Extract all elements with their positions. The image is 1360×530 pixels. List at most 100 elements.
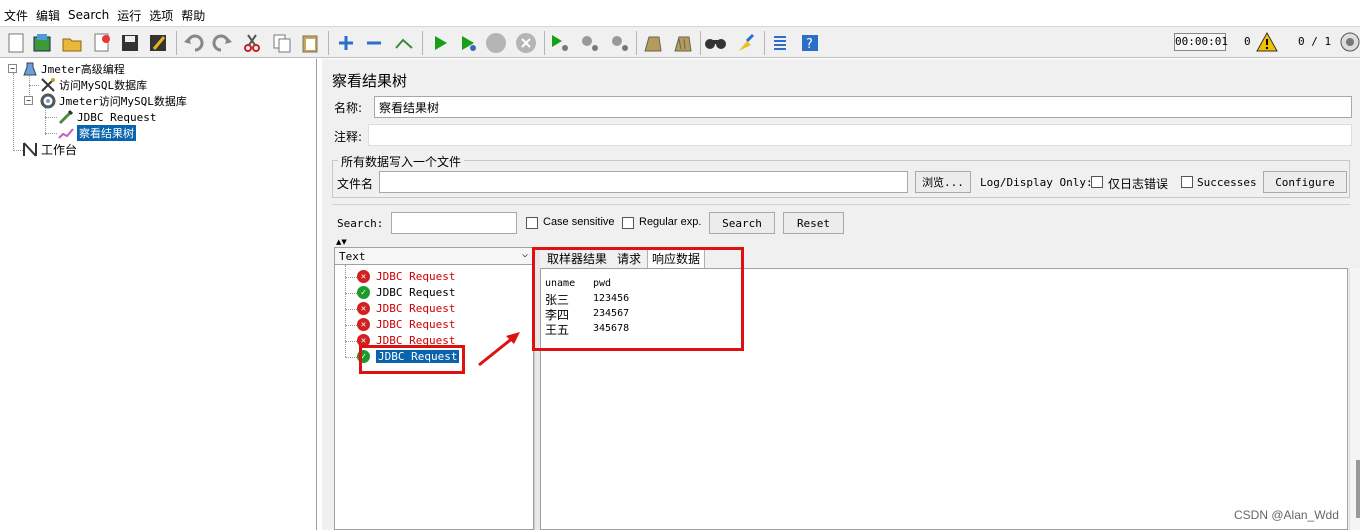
undo-icon[interactable] — [182, 31, 206, 55]
tree-item-label: Jmeter访问MySQL数据库 — [59, 95, 187, 108]
filename-label: 文件名 — [337, 177, 374, 191]
menu-edit[interactable]: 编辑 — [36, 7, 60, 24]
successes-checkbox[interactable] — [1181, 176, 1193, 188]
tree-item-label: 工作台 — [41, 142, 78, 157]
function-helper-icon[interactable] — [768, 31, 792, 55]
result-item[interactable]: ✕ JDBC Request — [357, 301, 455, 316]
tree-item-thread-group[interactable]: Jmeter访问MySQL数据库 — [40, 93, 187, 109]
start-no-pauses-icon[interactable] — [456, 31, 480, 55]
tree-item-jdbc-request[interactable]: JDBC Request — [58, 109, 156, 125]
reset-search-icon[interactable] — [734, 31, 758, 55]
configure-button[interactable]: Configure — [1263, 171, 1347, 193]
tree-root-label: Jmeter高级编程 — [41, 63, 125, 76]
result-item[interactable]: ✓ JDBC Request — [357, 285, 455, 300]
tree-item-mysql-config[interactable]: 访问MySQL数据库 — [40, 77, 147, 93]
result-item-label: JDBC Request — [376, 270, 456, 283]
tree-item-label: 访问MySQL数据库 — [59, 79, 148, 92]
elapsed-timer: 00:00:01 — [1174, 33, 1228, 51]
clear-all-icon[interactable] — [670, 31, 694, 55]
tree-item-label: JDBC Request — [77, 110, 157, 124]
toggle-icon[interactable] — [392, 31, 416, 55]
errors-only-checkbox[interactable] — [1091, 176, 1103, 188]
divider — [332, 204, 1350, 205]
paste-icon[interactable] — [298, 31, 322, 55]
svg-text:?: ? — [806, 37, 813, 52]
case-sensitive-label: Case sensitive — [543, 216, 615, 228]
highlight-box-response-data — [532, 247, 744, 351]
chevron-down-icon: ⌵ — [521, 249, 528, 260]
scroll-thumb[interactable] — [1356, 460, 1360, 518]
shutdown-icon[interactable] — [514, 31, 538, 55]
split-collapse-icon[interactable]: ▲▼ — [336, 238, 347, 246]
stop-icon[interactable] — [484, 31, 508, 55]
new-icon[interactable] — [4, 31, 28, 55]
cut-icon[interactable] — [240, 31, 264, 55]
start-icon[interactable] — [428, 31, 452, 55]
search-input[interactable] — [391, 212, 517, 234]
menu-search[interactable]: Search — [68, 8, 109, 22]
warning-icon[interactable] — [1256, 31, 1278, 55]
result-item-label: JDBC Request — [376, 286, 456, 299]
test-plan-icon — [22, 61, 38, 77]
toolbar: ? 00:00:01 0 0 / 1 — [0, 26, 1360, 58]
result-item[interactable]: ✕ JDBC Request — [357, 317, 455, 332]
pipette-icon — [58, 109, 74, 125]
gear-icon — [40, 93, 56, 109]
regex-checkbox[interactable] — [622, 217, 634, 229]
comment-label: 注释: — [334, 130, 363, 144]
redo-icon[interactable] — [210, 31, 234, 55]
tools-icon — [40, 77, 56, 93]
remote-start-icon[interactable] — [548, 31, 572, 55]
menu-bar: 文件 编辑 Search 运行 选项 帮助 — [0, 5, 1360, 25]
remote-shutdown-icon[interactable] — [608, 31, 632, 55]
error-shield-icon: ✕ — [357, 270, 370, 283]
thread-count: 0 / 1 — [1298, 35, 1332, 48]
tree-root[interactable]: Jmeter高级编程 — [22, 61, 125, 77]
search-label: Search: — [337, 217, 384, 230]
warning-count: 0 — [1244, 35, 1251, 48]
thread-group-expander[interactable]: − — [24, 96, 33, 105]
copy-icon[interactable] — [270, 31, 294, 55]
results-list: ✕ JDBC Request ✓ JDBC Request ✕ JDBC Req… — [334, 264, 534, 530]
templates-icon[interactable] — [30, 31, 54, 55]
tree-item-workbench[interactable]: 工作台 — [22, 141, 77, 157]
log-display-label: Log/Display Only: — [980, 176, 1093, 189]
search-icon[interactable] — [704, 31, 728, 55]
menu-run[interactable]: 运行 — [117, 7, 141, 24]
help-icon[interactable]: ? — [798, 31, 822, 55]
reset-button[interactable]: Reset — [783, 212, 844, 234]
browse-button[interactable]: 浏览... — [915, 171, 971, 193]
remote-stop-icon[interactable] — [578, 31, 602, 55]
regex-label: Regular exp. — [639, 216, 702, 228]
root-expander[interactable]: − — [8, 64, 17, 73]
collapse-icon[interactable] — [362, 31, 386, 55]
page-title: 察看结果树 — [332, 72, 408, 90]
tree-item-result-tree[interactable]: 察看结果树 — [58, 125, 136, 141]
comment-field[interactable] — [368, 124, 1352, 146]
case-sensitive-checkbox[interactable] — [526, 217, 538, 229]
graph-icon — [58, 125, 74, 141]
renderer-select-value: Text — [339, 250, 366, 263]
menu-options[interactable]: 选项 — [149, 7, 173, 24]
success-shield-icon: ✓ — [357, 286, 370, 299]
save-as-icon[interactable] — [146, 31, 170, 55]
result-item-label: JDBC Request — [376, 302, 456, 315]
menu-help[interactable]: 帮助 — [181, 7, 205, 24]
errors-only-label: 仅日志错误 — [1108, 177, 1169, 191]
open-icon[interactable] — [60, 31, 84, 55]
result-item-label: JDBC Request — [376, 318, 456, 331]
expand-icon[interactable] — [334, 31, 358, 55]
close-file-icon[interactable] — [90, 31, 114, 55]
menu-file[interactable]: 文件 — [4, 7, 28, 24]
watermark-text: CSDN @Alan_Wdd — [1234, 508, 1339, 522]
renderer-select[interactable]: Text ⌵ — [334, 247, 534, 265]
result-item[interactable]: ✕ JDBC Request — [357, 269, 455, 284]
name-field[interactable]: 察看结果树 — [374, 96, 1352, 118]
filename-field[interactable] — [379, 171, 908, 193]
highlight-box-selected-request — [359, 345, 465, 374]
search-button[interactable]: Search — [709, 212, 775, 234]
workbench-icon — [22, 141, 38, 157]
save-icon[interactable] — [118, 31, 142, 55]
clear-icon[interactable] — [640, 31, 664, 55]
remote-hosts-icon[interactable] — [1340, 32, 1360, 55]
